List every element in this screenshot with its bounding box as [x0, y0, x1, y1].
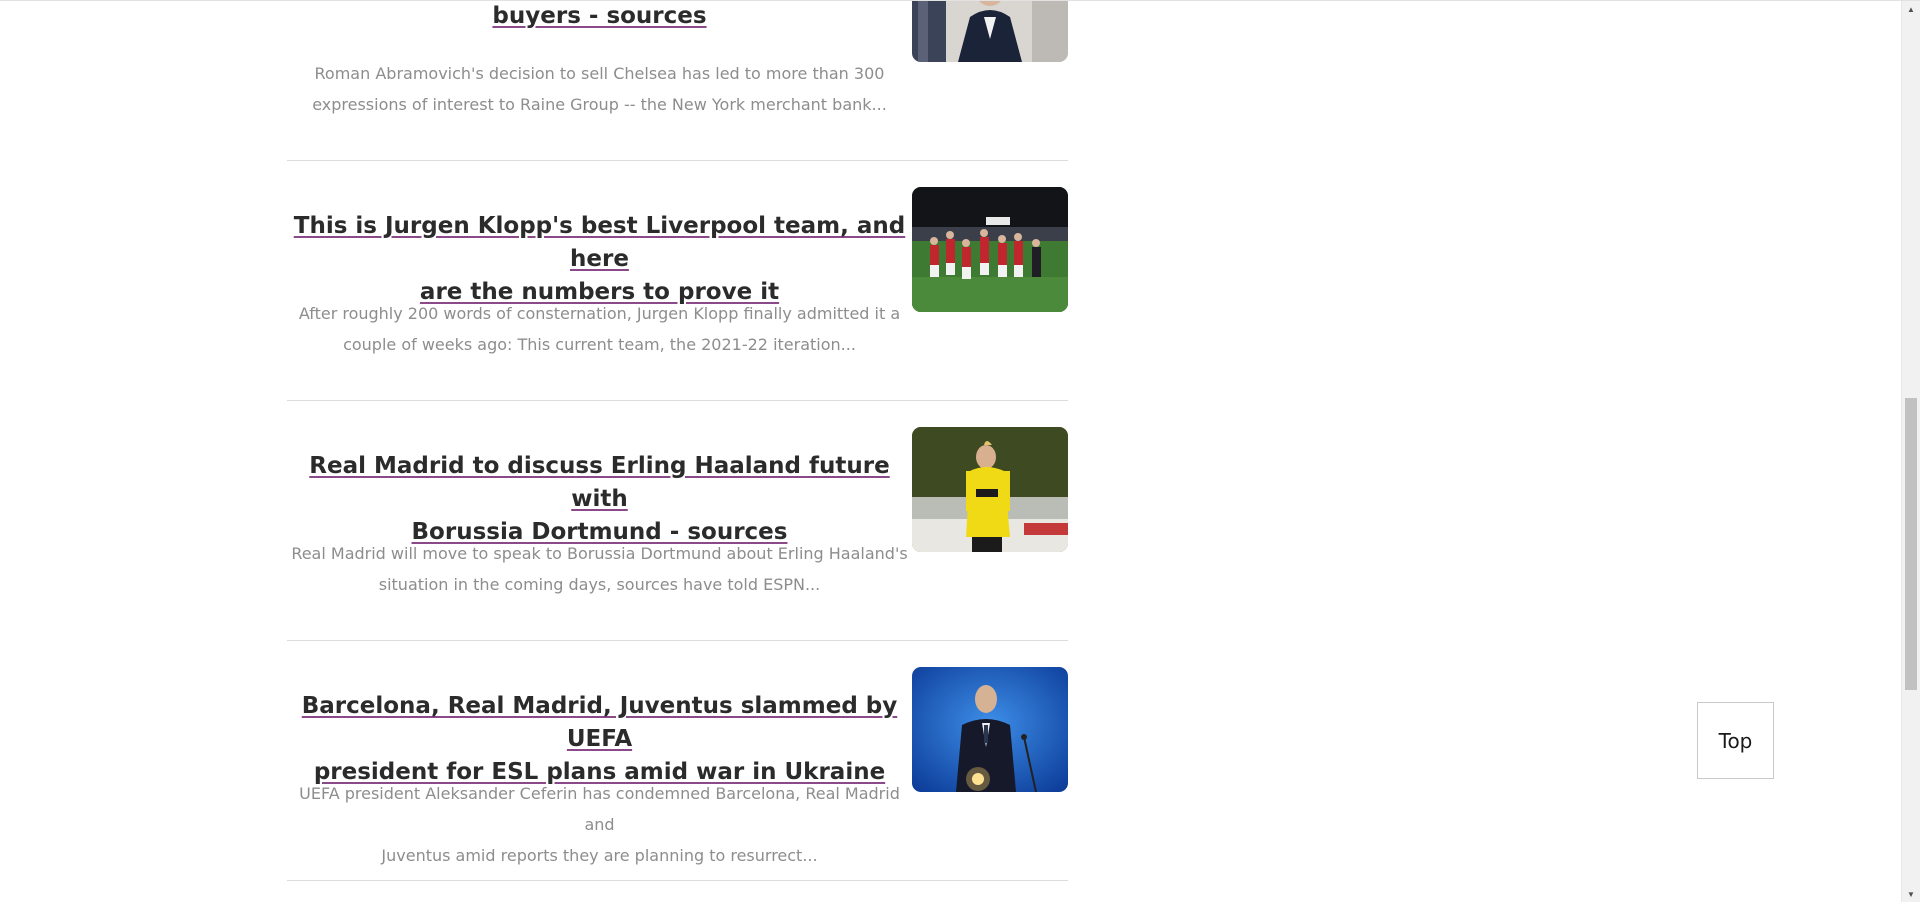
- liverpool-celebration-photo: [912, 187, 1068, 312]
- chelsea-owner-photo: [912, 1, 1068, 62]
- article-headline[interactable]: Real Madrid to discuss Erling Haaland fu…: [287, 450, 912, 549]
- article-headline-line: This is Jurgen Klopp's best Liverpool te…: [293, 213, 906, 272]
- article-thumbnail[interactable]: [912, 667, 1068, 792]
- article-item: Real Madrid to discuss Erling Haaland fu…: [287, 401, 1068, 641]
- article-headline-text: buyers - sources: [492, 3, 707, 29]
- article-summary-line: Juventus amid reports they are planning …: [381, 846, 818, 865]
- article-summary: After roughly 200 words of consternation…: [287, 298, 912, 360]
- article-summary-line: situation in the coming days, sources ha…: [378, 575, 821, 594]
- article-summary-line: expressions of interest to Raine Group -…: [312, 95, 887, 114]
- article-summary-line: Real Madrid will move to speak to Boruss…: [291, 544, 908, 563]
- article-headline-line: Barcelona, Real Madrid, Juventus slammed…: [301, 693, 898, 752]
- article-summary-line: UEFA president Aleksander Ceferin has co…: [299, 784, 900, 834]
- scroll-up-arrow-icon[interactable]: ▲: [1902, 1, 1920, 18]
- article-summary-line: After roughly 200 words of consternation…: [298, 304, 901, 323]
- article-item: Barcelona, Real Madrid, Juventus slammed…: [287, 641, 1068, 881]
- ceferin-podium-photo: [912, 667, 1068, 792]
- vertical-scrollbar[interactable]: ▲ ▼: [1901, 1, 1920, 902]
- back-to-top-button[interactable]: Top: [1697, 702, 1774, 779]
- article-thumbnail[interactable]: [912, 427, 1068, 552]
- article-summary: Real Madrid will move to speak to Boruss…: [287, 538, 912, 600]
- article-summary: Roman Abramovich's decision to sell Chel…: [287, 58, 912, 120]
- article-summary: UEFA president Aleksander Ceferin has co…: [287, 778, 912, 871]
- article-item: This is Jurgen Klopp's best Liverpool te…: [287, 161, 1068, 401]
- scrollbar-thumb[interactable]: [1905, 398, 1917, 690]
- article-summary-line: couple of weeks ago: This current team, …: [343, 335, 856, 354]
- page: buyers - sources Roman Abramovich's deci…: [0, 0, 1920, 902]
- article-item: buyers - sources Roman Abramovich's deci…: [287, 1, 1068, 161]
- article-thumbnail[interactable]: [912, 1, 1068, 62]
- article-summary-line: Roman Abramovich's decision to sell Chel…: [314, 64, 885, 83]
- article-thumbnail[interactable]: [912, 187, 1068, 312]
- article-headline[interactable]: Barcelona, Real Madrid, Juventus slammed…: [287, 690, 912, 789]
- article-headline[interactable]: buyers - sources: [287, 1, 912, 33]
- article-headline[interactable]: This is Jurgen Klopp's best Liverpool te…: [287, 210, 912, 309]
- scroll-down-arrow-icon[interactable]: ▼: [1902, 886, 1920, 902]
- haaland-photo: [912, 427, 1068, 552]
- article-headline-line: Real Madrid to discuss Erling Haaland fu…: [309, 453, 890, 512]
